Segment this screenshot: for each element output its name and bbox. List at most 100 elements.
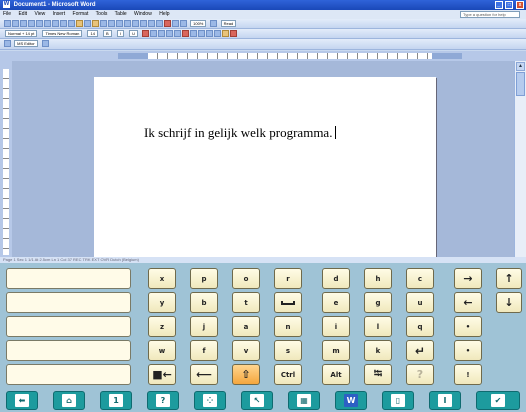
scroll-thumb[interactable] [516,72,525,96]
menu-insert[interactable]: Insert [53,11,66,17]
read-button[interactable]: Read [220,20,237,27]
font-size-select[interactable]: 14 [87,30,98,37]
key-o[interactable]: o [232,268,260,289]
window-button[interactable]: ▯ [382,391,414,410]
increase-indent-icon[interactable] [206,30,214,37]
undo-icon[interactable] [108,20,115,27]
align-center-icon[interactable] [150,30,158,37]
menu-tools[interactable]: Tools [96,11,108,17]
show-markup-icon[interactable] [41,40,49,47]
highlight-icon[interactable] [222,30,230,37]
maximize-button[interactable]: □ [505,1,514,9]
prediction-slot-1[interactable] [6,268,131,289]
format-painter-icon[interactable] [100,20,107,27]
key-r[interactable]: r [274,268,302,289]
menu-view[interactable]: View [34,11,45,17]
arrow-left-key[interactable]: ← [454,292,482,313]
menu-window[interactable]: Window [134,11,152,17]
font-color-icon[interactable] [230,30,238,37]
question-mark-key[interactable]: ? [406,364,434,385]
key-x[interactable]: x [148,268,176,289]
excel-icon[interactable] [148,20,155,27]
tab-key[interactable]: ⭾ [364,364,392,385]
redo-icon[interactable] [116,20,123,27]
key-s[interactable]: s [274,340,302,361]
drawing-icon[interactable] [164,20,171,27]
prediction-slot-5[interactable] [6,364,131,385]
ruler-right-margin[interactable] [432,53,462,59]
key-l[interactable]: l [364,316,392,337]
align-right-icon[interactable] [158,30,166,37]
alt-key[interactable]: Alt [322,364,350,385]
menu-table[interactable]: Table [115,11,127,17]
copy-icon[interactable] [84,20,91,27]
tables-icon[interactable] [132,20,139,27]
font-select[interactable]: Times New Roman [42,30,83,37]
align-left-icon[interactable] [142,30,150,37]
delete-word-key[interactable]: ■← [148,364,176,385]
menu-format[interactable]: Format [73,11,89,17]
open-icon[interactable] [12,20,19,27]
document-text[interactable]: Ik schrijf in gelijk welk programma. [144,125,332,140]
key-b[interactable]: b [190,292,218,313]
help-button[interactable]: ? [147,391,179,410]
word-button[interactable]: W [335,391,367,410]
shift-key[interactable]: ⇧ [232,364,260,385]
key-a[interactable]: a [232,316,260,337]
key-p[interactable]: p [190,268,218,289]
hyperlink-icon[interactable] [124,20,131,27]
ctrl-key[interactable]: Ctrl [274,364,302,385]
mouse-grid-button[interactable]: ⁘ [194,391,226,410]
key-h[interactable]: h [364,268,392,289]
spelling-icon[interactable] [60,20,67,27]
key-c[interactable]: c [406,268,434,289]
zoom-select[interactable]: 100% [190,20,207,27]
key-e[interactable]: e [322,292,350,313]
key-v[interactable]: v [232,340,260,361]
ruler-left-margin[interactable] [118,53,148,59]
comma-key[interactable]: • [454,340,482,361]
arrow-down-key[interactable]: ↓ [496,292,522,313]
scroll-up-icon[interactable]: ▲ [516,62,525,71]
insert-table-icon[interactable] [140,20,147,27]
close-button[interactable]: x [516,1,524,9]
justify-icon[interactable] [166,30,174,37]
decrease-indent-icon[interactable] [198,30,206,37]
key-t[interactable]: t [232,292,260,313]
line-spacing-icon[interactable] [174,30,182,37]
print-icon[interactable] [44,20,51,27]
document-map-icon[interactable] [172,20,179,27]
text-cursor-button[interactable]: I [429,391,461,410]
bullets-icon[interactable] [190,30,198,37]
style-select[interactable]: Normal + 14 pt [5,30,38,37]
save-icon[interactable] [20,20,27,27]
key-m[interactable]: m [322,340,350,361]
minimize-button[interactable]: _ [494,1,503,9]
key-z[interactable]: z [148,316,176,337]
arrow-right-key[interactable]: → [454,268,482,289]
menu-help[interactable]: Help [159,11,169,17]
prediction-slot-3[interactable] [6,316,131,337]
prediction-slot-2[interactable] [6,292,131,313]
italic-button[interactable]: I [116,30,124,37]
cut-icon[interactable] [76,20,83,27]
key-q[interactable]: q [406,316,434,337]
menu-file[interactable]: File [3,11,11,17]
enter-key[interactable]: ↵ [406,340,434,361]
key-y[interactable]: y [148,292,176,313]
columns-icon[interactable] [156,20,163,27]
key-n[interactable]: n [274,316,302,337]
reviewing-icon[interactable] [4,40,11,47]
help-search-input[interactable]: Type a question for help [460,11,520,18]
key-f[interactable]: f [190,340,218,361]
back-button[interactable]: ⬅ [6,391,38,410]
reviewing-select[interactable]: MS Editor [14,40,38,47]
pointer-button[interactable]: ↖ [241,391,273,410]
confirm-button[interactable]: ✔ [476,391,520,410]
key-d[interactable]: d [322,268,350,289]
key-w[interactable]: w [148,340,176,361]
vertical-scrollbar[interactable]: ▲ [514,61,526,257]
backspace-key[interactable]: ⟵ [190,364,218,385]
space-key[interactable] [274,292,302,313]
paste-icon[interactable] [92,20,99,27]
